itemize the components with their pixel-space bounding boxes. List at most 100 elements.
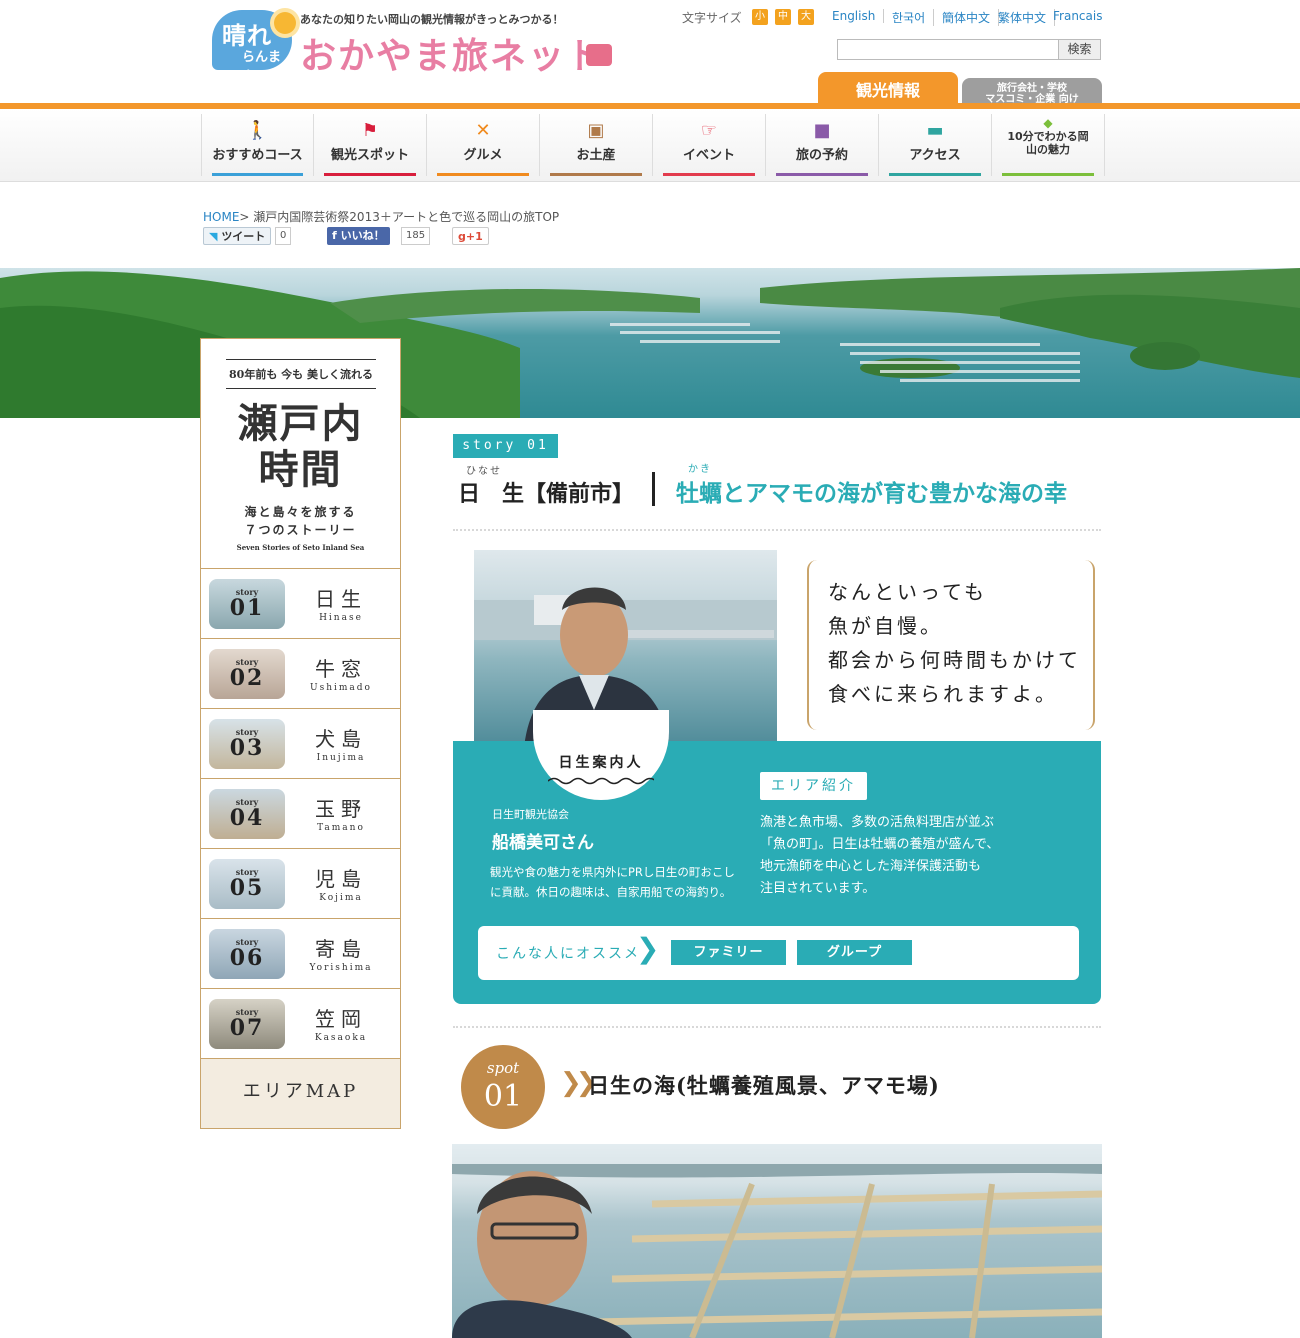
story-number: 05 [229, 875, 265, 901]
sidebar-desc-line2: ７つのストーリー [244, 523, 357, 537]
sidebar-subtitle: 80年前も 今も 美しく流れる [226, 359, 376, 389]
nav-label: アクセス [909, 148, 961, 163]
sidebar-english-subtitle: Seven Stories of Seto Inland Sea [236, 543, 365, 552]
wave-ornament-icon [548, 777, 654, 785]
story-roman: Yorishima [309, 963, 373, 973]
guide-organization: 日生町観光協会 [492, 808, 569, 821]
sidebar-story-02-ushimado[interactable]: story 02 牛窓 Ushimado [201, 639, 400, 709]
recommend-tag-group[interactable]: グループ [797, 940, 912, 965]
google-plus-button[interactable]: g+1 [452, 227, 489, 245]
twitter-bird-icon: ◥ [209, 230, 218, 243]
story-thumbnail: story 06 [209, 929, 285, 979]
nav-underline [1002, 173, 1094, 176]
search-input[interactable] [837, 39, 1059, 60]
font-size-small-button[interactable]: 小 [752, 9, 768, 25]
sidebar-title-line1: 瀬戸内 [237, 400, 364, 447]
nav-label: おすすめコース [212, 148, 303, 163]
nav-item-recommended-course[interactable]: 🚶 おすすめコース [201, 114, 314, 176]
story-roman: Inujima [316, 753, 366, 763]
oyster-farm-photo [452, 1144, 1102, 1338]
nav-item-access[interactable]: ▬ アクセス [879, 114, 992, 176]
oyster-farm-scene [452, 1164, 1102, 1338]
nav-item-gourmet[interactable]: ✕ グルメ [427, 114, 540, 176]
spot-number: 01 [483, 1079, 523, 1114]
area-desc-line: 漁港と魚市場、多数の活魚料理店が並ぶ [760, 815, 995, 830]
like-count: 185 [401, 227, 431, 245]
sun-icon [274, 12, 296, 34]
lang-link-korean[interactable]: 한국어 [884, 9, 935, 26]
sidebar-story-04-tamano[interactable]: story 04 玉野 Tamano [201, 779, 400, 849]
recommend-tag-family[interactable]: ファミリー [671, 940, 786, 965]
story-name: 犬島 [315, 727, 367, 751]
nav-label: 観光スポット [330, 148, 409, 163]
quote-line: なんといっても [828, 580, 987, 604]
story-roman: Ushimado [310, 683, 372, 693]
tweet-button[interactable]: ◥ ツイート [203, 227, 272, 245]
guide-name: 船橋美可さん [492, 833, 594, 853]
facebook-like-button[interactable]: f いいね！ [327, 227, 390, 245]
sidebar-title-line2: 時間 [258, 446, 343, 493]
hero-landscape [0, 268, 1300, 418]
story-thumbnail: story 07 [209, 999, 285, 1049]
tweet-count: 0 [275, 227, 292, 245]
beginner-mark-icon: ◆ [1043, 116, 1053, 130]
recommend-label: こんな人にオススメ [496, 946, 640, 962]
story-thumbnail: story 04 [209, 789, 285, 839]
breadcrumb-home-link[interactable]: HOME [203, 210, 239, 224]
quote-line: 魚が自慢。 [828, 614, 943, 638]
story-thumbnail: story 01 [209, 579, 285, 629]
lang-link-english[interactable]: English [824, 9, 885, 23]
walker-icon: 🚶 [246, 120, 269, 141]
tab-sightseeing-info[interactable]: 観光情報 [818, 72, 958, 107]
search-button[interactable]: 検索 [1058, 39, 1101, 60]
sidebar-story-01-hinase[interactable]: story 01 日生 Hinase [201, 569, 400, 639]
story-number: 06 [229, 945, 265, 971]
lang-link-french[interactable]: Francais [1045, 9, 1110, 23]
nav-underline [437, 173, 529, 176]
area-intro-tag: エリア紹介 [760, 772, 867, 800]
car-icon: ▬ [926, 120, 944, 141]
spot-word: spot [486, 1059, 520, 1077]
story-number: 04 [229, 805, 265, 831]
sidebar-story-05-kojima[interactable]: story 05 児島 Kojima [201, 849, 400, 919]
nav-item-souvenirs[interactable]: ▣ お土産 [540, 114, 653, 176]
font-size-label: 文字サイズ [682, 11, 742, 25]
guide-label: 日生案内人 [558, 755, 644, 771]
title-separator [652, 472, 655, 506]
story-thumbnail: story 05 [209, 859, 285, 909]
sidebar-story-07-kasaoka[interactable]: story 07 笠岡 Kasaoka [201, 989, 400, 1059]
like-label: いいね！ [340, 229, 385, 242]
nav-item-events[interactable]: ☞ イベント [653, 114, 766, 176]
font-size-medium-button[interactable]: 中 [775, 9, 791, 25]
nav-underline [212, 173, 303, 176]
sidebar-story-03-inujima[interactable]: story 03 犬島 Inujima [201, 709, 400, 779]
area-desc-line: 注目されています。 [760, 881, 876, 896]
font-size-large-button[interactable]: 大 [798, 9, 814, 25]
story-name: 日生 [315, 587, 367, 611]
nav-item-sightseeing-spots[interactable]: ⚑ 観光スポット [314, 114, 427, 176]
story-place-title: 日 生【備前市】 [458, 481, 635, 507]
sidebar-story-06-yorishima[interactable]: story 06 寄島 Yorishima [201, 919, 400, 989]
facebook-icon: f [332, 229, 337, 242]
sidebar-title: 瀬戸内 時間 [201, 401, 400, 493]
story-number: 03 [229, 735, 265, 761]
nav-label: 10分でわかる岡山の魅力 [1007, 130, 1089, 156]
story-name: 寄島 [315, 937, 367, 961]
double-chevron-icon: ❯❯ [560, 1068, 597, 1098]
nav-underline [776, 173, 868, 176]
page: 晴れ らんまん あなたの知りたい岡山の観光情報がきっとみつかる！ おかやま旅ネッ… [0, 0, 1300, 1338]
sidebar-description: 海と島々を旅する ７つのストーリー [201, 503, 400, 539]
area-map-button[interactable]: エリアMAP [201, 1059, 400, 1128]
nav-item-okayama-charm[interactable]: ◆ 10分でわかる岡山の魅力 [992, 114, 1105, 176]
story-roman: Tamano [317, 823, 365, 833]
suitcase-icon [586, 44, 612, 66]
area-desc-line: 地元漁師を中心とした海洋保護活動も [760, 859, 982, 874]
nav-underline [889, 173, 981, 176]
site-title[interactable]: おかやま旅ネット [300, 27, 604, 79]
story-thumbnail: story 02 [209, 649, 285, 699]
tab-travel-line1: 旅行会社・学校 [997, 83, 1067, 94]
nav-item-reservation[interactable]: ■ 旅の予約 [766, 114, 879, 176]
quote-line: 食べに来られますよ。 [828, 682, 1058, 706]
story-number: 02 [229, 665, 265, 691]
nav-label: イベント [682, 148, 735, 163]
